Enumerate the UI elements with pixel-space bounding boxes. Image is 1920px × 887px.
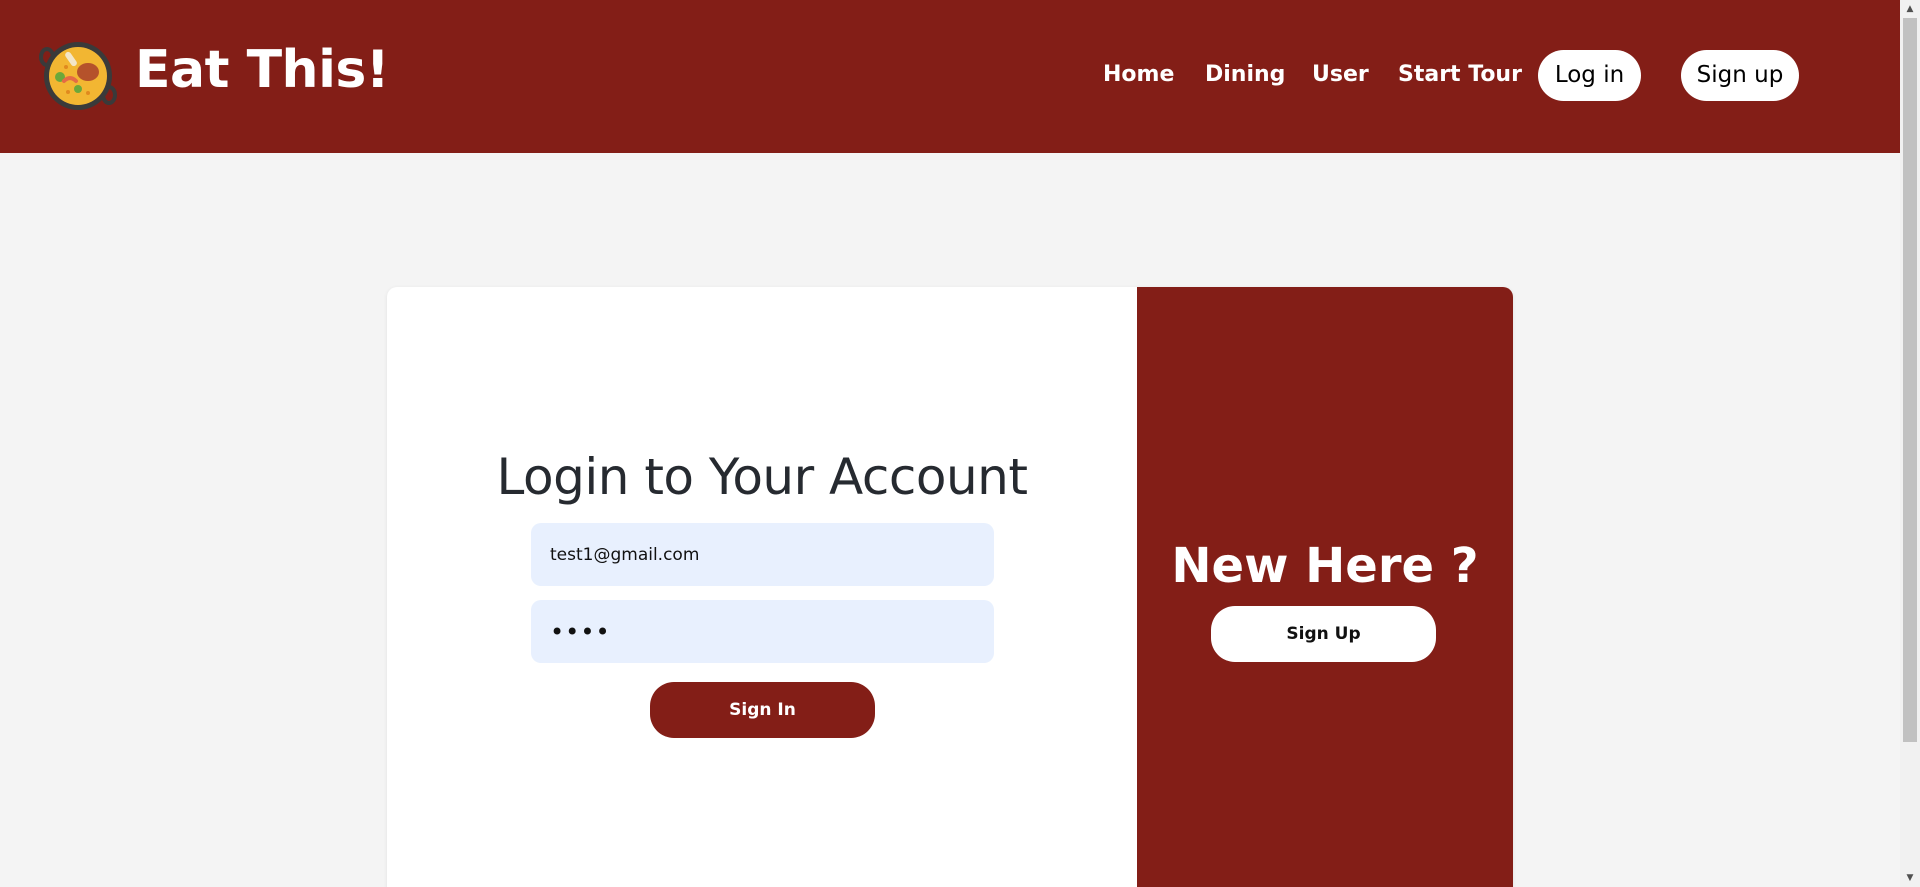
email-input[interactable]: [531, 523, 994, 586]
scrollbar-thumb[interactable]: [1903, 18, 1917, 742]
scroll-down-arrow-icon[interactable]: ▼: [1900, 869, 1920, 887]
signup-panel: New Here ? Sign Up: [1137, 287, 1513, 887]
login-title: Login to Your Account: [496, 448, 1028, 506]
password-input[interactable]: [531, 600, 994, 663]
new-here-title: New Here ?: [1171, 538, 1479, 594]
brand-title[interactable]: Eat This!: [135, 40, 390, 100]
login-button[interactable]: Log in: [1538, 50, 1641, 101]
panel-sign-up-button[interactable]: Sign Up: [1211, 606, 1436, 662]
top-navbar: Eat This! Home Dining User Start Tour Lo…: [0, 0, 1900, 153]
paella-pan-icon[interactable]: [38, 37, 118, 115]
page: Eat This! Home Dining User Start Tour Lo…: [0, 0, 1920, 887]
nav-user-link[interactable]: User: [1312, 62, 1369, 88]
signup-button[interactable]: Sign up: [1681, 50, 1799, 101]
nav-home-link[interactable]: Home: [1103, 62, 1174, 88]
vertical-scrollbar[interactable]: ▲ ▼: [1900, 0, 1920, 887]
login-card: Login to Your Account Sign In New Here ?…: [387, 287, 1513, 887]
scroll-up-arrow-icon[interactable]: ▲: [1900, 0, 1920, 18]
sign-in-button[interactable]: Sign In: [650, 682, 875, 738]
nav-dining-link[interactable]: Dining: [1205, 62, 1285, 88]
nav-start-tour-link[interactable]: Start Tour: [1398, 62, 1522, 88]
